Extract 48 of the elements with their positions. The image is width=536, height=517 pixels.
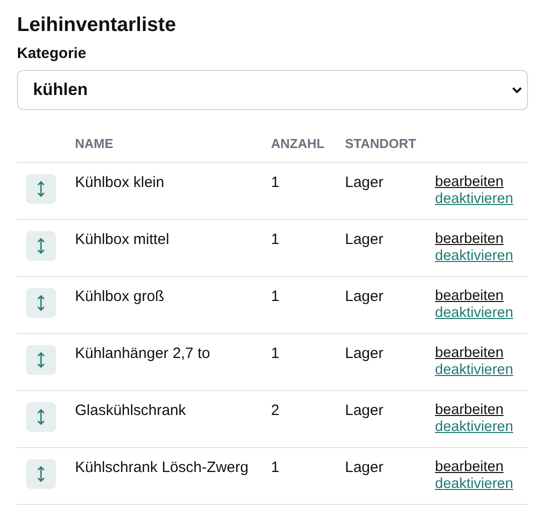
category-select[interactable]: kühlen <box>17 70 528 110</box>
category-label: Kategorie <box>17 45 88 63</box>
deactivate-link[interactable]: deaktivieren <box>435 476 514 493</box>
edit-link[interactable]: bearbeiten <box>435 288 504 305</box>
deactivate-link[interactable]: deaktivieren <box>435 362 514 379</box>
deactivate-link[interactable]: deaktivieren <box>435 305 514 322</box>
column-header: NAME <box>75 136 114 151</box>
edit-link[interactable]: bearbeiten <box>435 459 504 476</box>
item-name: Kühlbox groß <box>75 288 164 305</box>
item-location: Lager <box>345 345 384 362</box>
item-location: Lager <box>345 402 384 419</box>
item-name: Kühlschrank Lösch-Zwerg <box>75 459 248 476</box>
item-location: Lager <box>345 288 384 305</box>
item-count: 1 <box>271 345 280 362</box>
edit-link[interactable]: bearbeiten <box>435 231 504 248</box>
deactivate-link[interactable]: deaktivieren <box>435 191 514 208</box>
item-count: 1 <box>271 459 280 476</box>
deactivate-link[interactable]: deaktivieren <box>435 419 514 436</box>
item-count: 2 <box>271 402 280 419</box>
deactivate-link[interactable]: deaktivieren <box>435 248 514 265</box>
vertical-arrows-icon <box>37 408 45 426</box>
drag-handle[interactable] <box>26 402 56 432</box>
vertical-arrows-icon <box>37 465 45 483</box>
item-location: Lager <box>345 174 384 191</box>
item-name: Kühlanhänger 2,7 to <box>75 345 210 362</box>
item-count: 1 <box>271 174 280 191</box>
edit-link[interactable]: bearbeiten <box>435 345 504 362</box>
vertical-arrows-icon <box>37 180 45 198</box>
vertical-arrows-icon <box>37 237 45 255</box>
item-name: Glaskühlschrank <box>75 402 186 419</box>
item-name: Kühlbox mittel <box>75 231 170 248</box>
drag-handle[interactable] <box>26 345 56 375</box>
vertical-arrows-icon <box>37 351 45 369</box>
page-title: Leihinventarliste <box>17 13 177 37</box>
drag-handle[interactable] <box>26 288 56 318</box>
item-count: 1 <box>271 231 280 248</box>
item-location: Lager <box>345 231 384 248</box>
item-count: 1 <box>271 288 280 305</box>
column-header: ANZAHL <box>271 136 324 151</box>
item-name: Kühlbox klein <box>75 174 164 191</box>
item-location: Lager <box>345 459 384 476</box>
drag-handle[interactable] <box>26 174 56 204</box>
drag-handle[interactable] <box>26 459 56 489</box>
edit-link[interactable]: bearbeiten <box>435 174 504 191</box>
vertical-arrows-icon <box>37 294 45 312</box>
column-header: STANDORT <box>345 136 416 151</box>
drag-handle[interactable] <box>26 231 56 261</box>
edit-link[interactable]: bearbeiten <box>435 402 504 419</box>
